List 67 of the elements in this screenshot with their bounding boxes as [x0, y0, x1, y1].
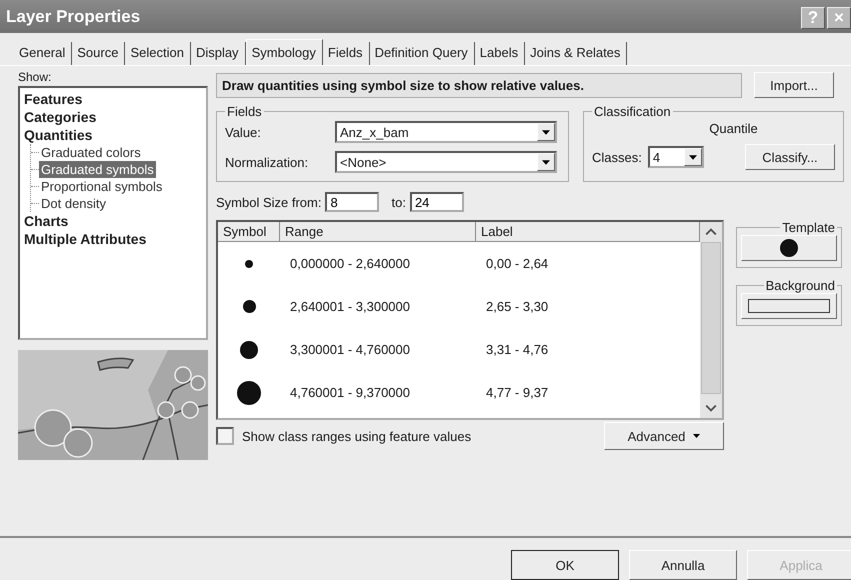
classify-button[interactable]: Classify...: [745, 144, 835, 170]
symbol-dot-icon[interactable]: [245, 260, 253, 268]
tree-item[interactable]: Multiple Attributes: [22, 230, 148, 248]
range-cell[interactable]: 4,760001 - 9,370000: [280, 385, 476, 400]
range-cell[interactable]: 0,000000 - 2,640000: [280, 256, 476, 271]
tab[interactable]: Source: [72, 42, 126, 65]
tree-item[interactable]: Categories: [22, 108, 98, 126]
scroll-down-icon[interactable]: [705, 404, 717, 412]
tab[interactable]: Selection: [125, 42, 191, 65]
checkbox[interactable]: [216, 427, 234, 445]
range-cell[interactable]: 3,300001 - 4,760000: [280, 342, 476, 357]
tab[interactable]: General: [14, 42, 72, 65]
tab[interactable]: Labels: [474, 42, 526, 65]
size-from-label: Symbol Size from:: [216, 194, 322, 210]
size-to-label: to:: [391, 194, 406, 210]
size-to-input[interactable]: 24: [410, 192, 464, 212]
column-header[interactable]: Symbol: [218, 222, 280, 242]
symbol-dot-icon[interactable]: [240, 340, 258, 358]
tree-item[interactable]: Dot density: [39, 195, 108, 212]
scrollbar[interactable]: [700, 222, 722, 418]
scroll-up-icon[interactable]: [705, 228, 717, 236]
normalization-label: Normalization:: [225, 154, 310, 170]
size-from-input[interactable]: 8: [325, 192, 380, 212]
checkbox-label: Show class ranges using feature values: [242, 428, 472, 444]
tab[interactable]: Definition Query: [370, 42, 475, 65]
dropdown-arrow-icon: [542, 130, 550, 134]
tab[interactable]: Joins & Relates: [525, 42, 628, 65]
label-cell[interactable]: 0,00 - 2,64: [476, 256, 700, 271]
caret-icon: [693, 434, 700, 438]
window-title: Layer Properties: [6, 6, 140, 26]
import-button[interactable]: Import...: [754, 72, 834, 98]
group-title: Template: [781, 220, 836, 235]
label-cell[interactable]: 2,65 - 3,30: [476, 299, 700, 314]
template-button[interactable]: [741, 235, 837, 261]
tab[interactable]: Fields: [322, 42, 370, 65]
label-cell[interactable]: 3,31 - 4,76: [476, 342, 700, 357]
description-text: Draw quantities using symbol size to show relative values.: [216, 72, 742, 98]
value-dropdown[interactable]: Anz_x_bam: [335, 121, 557, 143]
column-header[interactable]: Label: [476, 222, 700, 242]
method-text: Quantile: [708, 121, 758, 136]
tab[interactable]: Symbology: [246, 39, 323, 65]
symbol-dot-icon[interactable]: [242, 300, 256, 313]
advanced-button[interactable]: Advanced: [604, 422, 724, 450]
classes-dropdown[interactable]: 4: [648, 146, 704, 168]
tree-item[interactable]: Features: [22, 90, 84, 108]
group-title: Fields: [226, 104, 263, 119]
tree-item[interactable]: Charts: [22, 212, 70, 230]
show-label: Show:: [18, 70, 52, 86]
range-cell[interactable]: 2,640001 - 3,300000: [280, 299, 476, 314]
symbol-dot-icon[interactable]: [237, 380, 261, 404]
group-title: Background: [764, 278, 836, 293]
tree-item[interactable]: Proportional symbols: [39, 178, 164, 195]
dropdown-arrow-icon: [688, 154, 697, 160]
tree-item[interactable]: Graduated symbols: [39, 161, 156, 178]
label-cell[interactable]: 4,77 - 9,37: [476, 385, 700, 400]
background-button[interactable]: [741, 293, 837, 319]
group-title: Classification: [593, 104, 672, 119]
dialog-button[interactable]: Annulla: [629, 550, 737, 580]
dialog-button[interactable]: OK: [511, 550, 619, 580]
column-header[interactable]: Range: [280, 222, 476, 242]
value-label: Value:: [225, 124, 262, 140]
tree-item[interactable]: Quantities: [22, 126, 94, 144]
tree-item[interactable]: Graduated colors: [39, 144, 143, 161]
dropdown-arrow-icon: [542, 160, 550, 164]
normalization-dropdown[interactable]: <None>: [335, 151, 557, 173]
classes-label: Classes:: [592, 150, 642, 164]
circle-icon: [780, 239, 798, 257]
